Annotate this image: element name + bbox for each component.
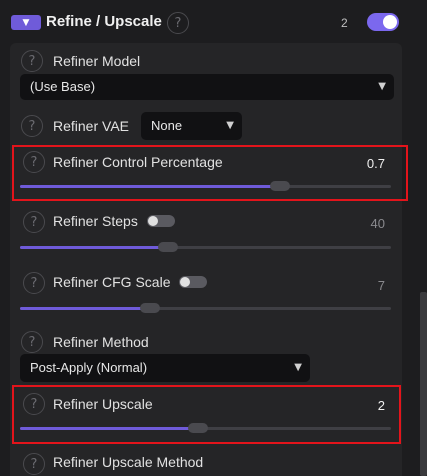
slider-thumb[interactable] — [140, 303, 160, 313]
upscale-method-label: Refiner Upscale Method — [53, 454, 204, 470]
refiner-model-label: Refiner Model — [53, 53, 141, 69]
steps-override-toggle[interactable] — [147, 215, 175, 227]
slider-thumb[interactable] — [158, 242, 178, 252]
steps-value[interactable]: 40 — [345, 216, 385, 231]
chevron-down-icon: ▼ — [378, 81, 386, 92]
highlight-box — [12, 145, 408, 201]
help-icon[interactable]: ? — [167, 12, 189, 34]
refiner-vae-select[interactable]: None ▼ — [141, 112, 242, 140]
method-value: Post-Apply (Normal) — [30, 360, 148, 375]
toggle-knob — [148, 216, 158, 226]
refiner-vae-value: None — [151, 118, 183, 133]
scrollbar-thumb[interactable] — [420, 292, 427, 476]
section-title: Refine / Upscale — [46, 13, 162, 30]
section-collapse-button[interactable]: ▼ — [11, 15, 41, 30]
section-enable-toggle[interactable] — [367, 13, 399, 31]
chevron-down-icon: ▼ — [22, 17, 30, 28]
method-select[interactable]: Post-Apply (Normal) ▼ — [20, 354, 310, 382]
toggle-knob — [180, 277, 190, 287]
highlight-box — [12, 385, 401, 444]
method-help-icon[interactable]: ? — [21, 331, 43, 353]
cfg-scale-value[interactable]: 7 — [345, 278, 385, 293]
refiner-model-help-icon[interactable]: ? — [21, 50, 43, 72]
refiner-vae-label: Refiner VAE — [53, 118, 129, 134]
cfg-scale-override-toggle[interactable] — [179, 276, 207, 288]
chevron-down-icon: ▼ — [226, 120, 234, 131]
cfg-scale-slider[interactable] — [20, 303, 391, 313]
chevron-down-icon: ▼ — [294, 362, 302, 373]
refiner-model-select[interactable]: (Use Base) ▼ — [20, 74, 394, 100]
refiner-vae-help-icon[interactable]: ? — [21, 115, 43, 137]
steps-help-icon[interactable]: ? — [23, 211, 45, 233]
slider-fill — [20, 307, 150, 310]
upscale-method-help-icon[interactable]: ? — [23, 453, 45, 475]
refiner-model-value: (Use Base) — [30, 79, 96, 94]
cfg-scale-label: Refiner CFG Scale — [53, 274, 171, 290]
method-label: Refiner Method — [53, 334, 149, 350]
cfg-scale-help-icon[interactable]: ? — [23, 272, 45, 294]
steps-label: Refiner Steps — [53, 213, 138, 229]
toggle-knob — [383, 15, 397, 29]
slider-fill — [20, 246, 168, 249]
steps-slider[interactable] — [20, 242, 391, 252]
section-count: 2 — [341, 16, 348, 30]
